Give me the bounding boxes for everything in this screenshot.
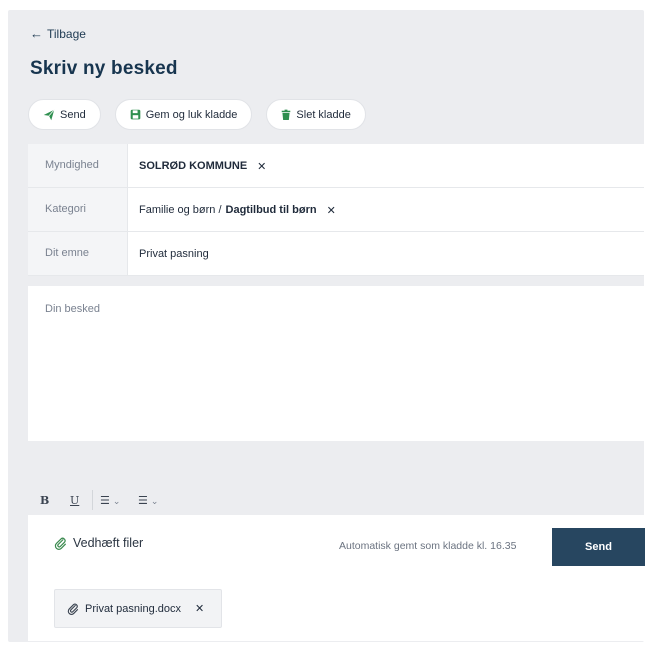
editor-toolbar: B U ☰ ⌄ ☰ ⌄ <box>28 485 644 515</box>
send-button[interactable]: Send <box>552 528 645 566</box>
back-label: Tilbage <box>47 26 86 41</box>
category-label: Kategori <box>28 188 128 231</box>
message-placeholder: Din besked <box>45 303 101 315</box>
attach-files-button[interactable]: Vedhæft filer <box>54 536 143 550</box>
attachment-filename[interactable]: Privat pasning.docx <box>85 603 181 615</box>
save-close-draft-label: Gem og luk kladde <box>145 108 238 121</box>
floppy-disk-icon <box>130 109 141 120</box>
category-field[interactable]: Familie og børn / Dagtilbud til børn ✕ <box>128 188 644 231</box>
page-frame: ← Tilbage Skriv ny besked Send Gem og lu… <box>8 10 645 642</box>
authority-label: Myndighed <box>28 144 128 187</box>
chevron-down-icon: ⌄ <box>112 496 121 507</box>
authority-value: SOLRØD KOMMUNE <box>139 160 248 172</box>
bullet-list-icon: ☰ <box>100 493 110 507</box>
toolbar: Send Gem og luk kladde Slet kladde <box>28 99 366 130</box>
remove-attachment-icon[interactable]: ✕ <box>195 602 204 615</box>
delete-draft-button[interactable]: Slet kladde <box>266 99 366 130</box>
bold-button[interactable]: B <box>40 494 49 507</box>
autosave-status: Automatisk gemt som kladde kl. 16.35 <box>339 540 517 552</box>
category-value: Dagtilbud til børn <box>225 204 317 216</box>
back-link[interactable]: ← Tilbage <box>30 26 86 41</box>
message-form: Myndighed SOLRØD KOMMUNE ✕ Kategori Fami… <box>28 144 644 276</box>
underline-button[interactable]: U <box>70 494 79 507</box>
chevron-down-icon: ⌄ <box>150 496 159 507</box>
subject-input[interactable]: Privat pasning <box>128 232 644 275</box>
authority-row: Myndighed SOLRØD KOMMUNE ✕ <box>28 144 644 188</box>
paperclip-icon <box>67 603 79 615</box>
send-toolbar-button[interactable]: Send <box>28 99 101 130</box>
category-parent: Familie og børn / <box>139 204 222 216</box>
attachment-chip: Privat pasning.docx ✕ <box>54 589 222 628</box>
remove-authority-icon[interactable]: ✕ <box>257 160 266 187</box>
numbered-list-button[interactable]: ☰ ⌄ <box>138 494 158 507</box>
paperclip-icon <box>54 537 66 550</box>
category-row: Kategori Familie og børn / Dagtilbud til… <box>28 188 644 232</box>
arrow-left-icon: ← <box>30 26 43 41</box>
page-title: Skriv ny besked <box>30 58 178 79</box>
send-toolbar-label: Send <box>60 108 86 121</box>
subject-row: Dit emne Privat pasning <box>28 232 644 276</box>
message-textarea[interactable]: Din besked <box>28 286 644 441</box>
trash-icon <box>282 109 291 120</box>
paper-plane-icon <box>43 109 55 120</box>
message-footer: Vedhæft filer Automatisk gemt som kladde… <box>28 515 645 641</box>
save-close-draft-button[interactable]: Gem og luk kladde <box>114 99 253 130</box>
toolbar-divider <box>92 490 93 510</box>
subject-label: Dit emne <box>28 232 128 275</box>
remove-category-icon[interactable]: ✕ <box>327 204 336 231</box>
attach-files-label: Vedhæft filer <box>73 536 144 550</box>
bullet-list-button[interactable]: ☰ ⌄ <box>100 494 120 507</box>
numbered-list-icon: ☰ <box>138 493 148 507</box>
delete-draft-label: Slet kladde <box>296 108 351 121</box>
authority-field[interactable]: SOLRØD KOMMUNE ✕ <box>128 144 644 187</box>
